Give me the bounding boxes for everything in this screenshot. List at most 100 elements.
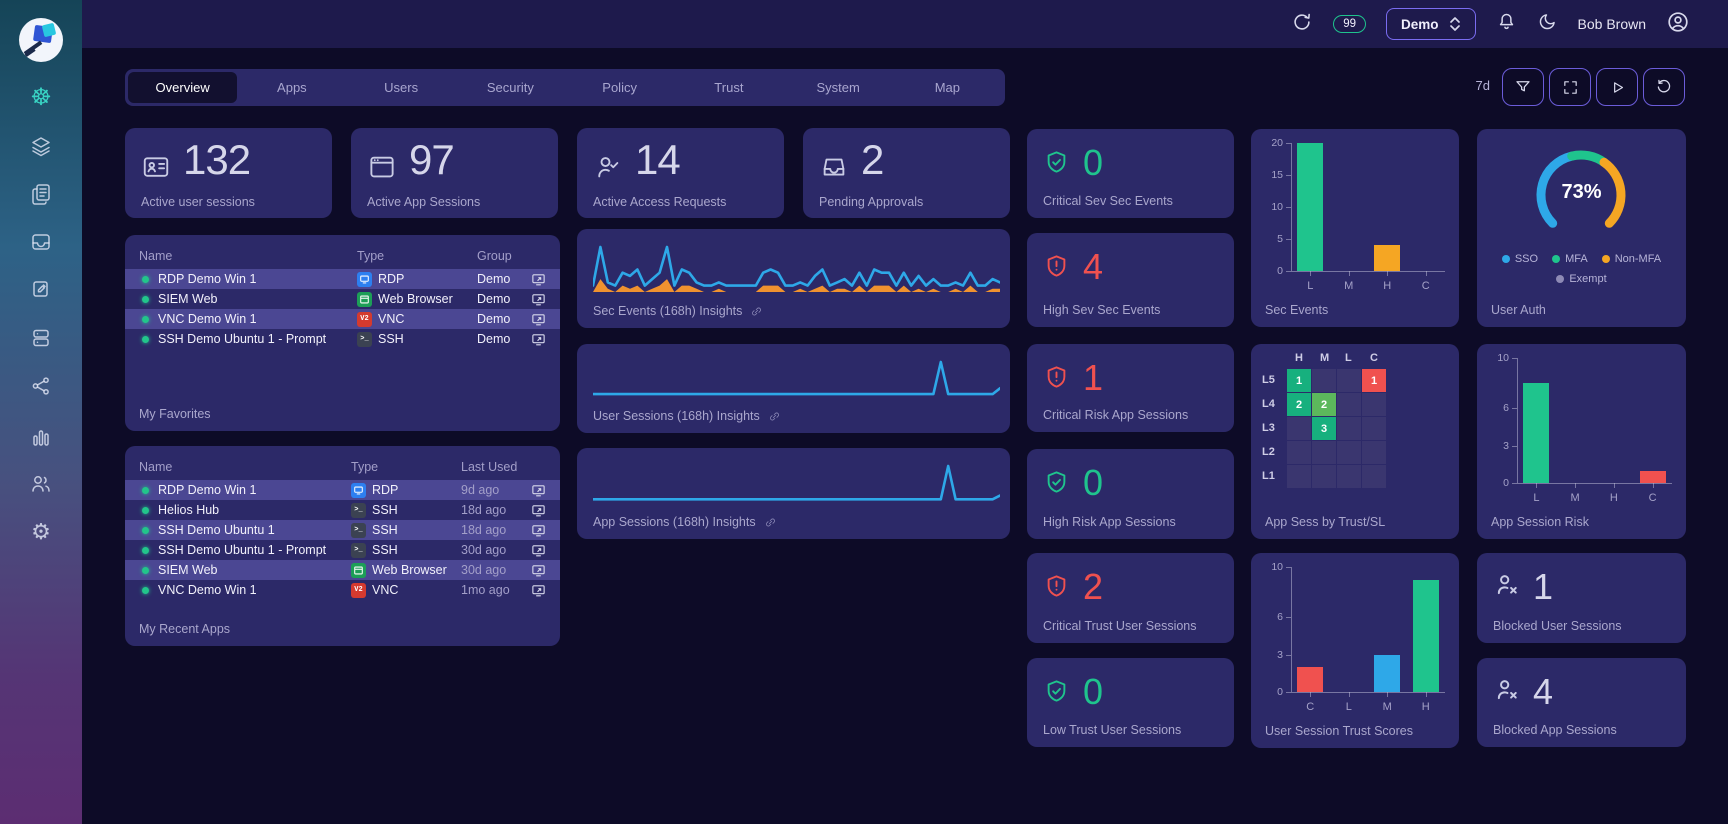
launch-app-icon[interactable] [523, 483, 546, 498]
app-type: RDP [357, 271, 477, 287]
launch-app-icon[interactable] [523, 543, 546, 558]
play-button[interactable] [1596, 68, 1638, 106]
app-sessions-insights-card: App Sessions (168h) Insights [577, 448, 1010, 539]
user-x-icon [1493, 571, 1521, 604]
user-sessions-sparkline [591, 356, 1002, 399]
table-row[interactable]: SSH Demo Ubuntu 1 - Prompt >_ SSH Demo [125, 329, 560, 349]
bar-H [1412, 579, 1439, 692]
app-name: SIEM Web [139, 563, 351, 577]
notification-count-badge[interactable]: 99 [1333, 15, 1366, 33]
bar-C [1639, 470, 1666, 483]
app-type-icon: >_ [351, 502, 366, 518]
app-name: SSH Demo Ubuntu 1 [139, 523, 351, 537]
tab-security[interactable]: Security [456, 72, 565, 103]
share-network-icon[interactable] [0, 374, 82, 398]
tab-users[interactable]: Users [347, 72, 456, 103]
table-row[interactable]: VNC Demo Win 1 V2 VNC Demo [125, 309, 560, 329]
tab-overview[interactable]: Overview [128, 72, 238, 103]
layers-icon[interactable] [0, 134, 82, 158]
tab-apps[interactable]: Apps [237, 72, 346, 103]
inbox-icon[interactable] [0, 230, 82, 254]
table-header: Name Type Group [139, 249, 512, 263]
launch-app-icon[interactable] [523, 292, 546, 307]
blocked-count: 4 [1533, 671, 1553, 712]
heatmap-cell-L2-L [1337, 441, 1361, 464]
tab-system[interactable]: System [784, 72, 893, 103]
tab-map[interactable]: Map [893, 72, 1002, 103]
heatmap-cell-L4-H: 2 [1287, 393, 1311, 416]
app-type-icon [351, 482, 366, 498]
helm-dashboard-icon[interactable]: ☸ [0, 86, 82, 110]
sec-events-insights-card: Sec Events (168h) Insights [577, 229, 1010, 328]
users-icon[interactable] [0, 472, 82, 496]
bar-M [1374, 654, 1401, 692]
heatmap-cell-L2-H [1287, 441, 1311, 464]
stat-label: Active App Sessions [367, 195, 481, 209]
tab-trust[interactable]: Trust [674, 72, 783, 103]
user-name[interactable]: Bob Brown [1578, 16, 1646, 32]
legend-item: SSO [1501, 253, 1538, 265]
sec-events-sparkline [591, 241, 1002, 294]
table-row[interactable]: VNC Demo Win 1 V2 VNC 1mo ago [125, 580, 560, 600]
heatmap-cell-L5-M [1312, 369, 1336, 392]
launch-app-icon[interactable] [523, 312, 546, 327]
kpi-low-trust-user-sessions: 0 Low Trust User Sessions [1027, 658, 1234, 747]
documents-icon[interactable] [0, 182, 82, 206]
table-row[interactable]: SIEM Web Web Browser Demo [125, 289, 560, 309]
app-last_used: 30d ago [461, 543, 507, 557]
settings-gear-icon[interactable]: ⚙ [0, 521, 82, 543]
time-range-label[interactable]: 7d [1452, 78, 1490, 93]
filter-button[interactable] [1502, 68, 1544, 106]
app-type: V2 VNC [357, 311, 477, 327]
bell-icon[interactable] [1496, 11, 1517, 37]
stat-label: Pending Approvals [819, 195, 924, 209]
user-auth-chart-card: 73% SSO MFA Non-MFA Exempt User Auth [1477, 129, 1686, 327]
table-row[interactable]: SSH Demo Ubuntu 1 >_ SSH 18d ago [125, 520, 560, 540]
fullscreen-button[interactable] [1549, 68, 1591, 106]
launch-app-icon[interactable] [523, 523, 546, 538]
id-card-icon [141, 152, 171, 187]
blocked-label: Blocked App Sessions [1493, 723, 1617, 737]
status-dot [142, 295, 149, 303]
access-request-icon[interactable] [0, 277, 82, 301]
launch-app-icon[interactable] [523, 272, 546, 287]
tab-policy[interactable]: Policy [565, 72, 674, 103]
stat-active-user-sessions: 132 Active user sessions [125, 128, 332, 218]
dark-mode-moon-icon[interactable] [1537, 11, 1558, 37]
stat-value: 132 [183, 136, 251, 183]
avatar[interactable] [1666, 10, 1690, 39]
launch-app-icon[interactable] [523, 332, 546, 347]
app-type-icon: >_ [351, 522, 366, 538]
table-row[interactable]: Helios Hub >_ SSH 18d ago [125, 500, 560, 520]
link-icon[interactable] [750, 305, 763, 318]
donut-percent: 73% [1561, 181, 1602, 203]
app-type: Web Browser [357, 291, 477, 307]
shield-alert-icon [1043, 364, 1071, 392]
heatmap-cell-L5-H: 1 [1287, 369, 1311, 392]
user-trust-scores-chart: 0 3 6 10 C L M H [1251, 553, 1459, 718]
card-title: Sec Events [1265, 303, 1329, 317]
table-row[interactable]: RDP Demo Win 1 RDP Demo [125, 269, 560, 289]
launch-app-icon[interactable] [523, 563, 546, 578]
link-icon[interactable] [764, 516, 777, 529]
heatmap-cell-L3-M: 3 [1312, 417, 1336, 440]
sync-icon[interactable] [1291, 11, 1313, 38]
table-row[interactable]: SIEM Web Web Browser 30d ago [125, 560, 560, 580]
app-type: RDP [351, 482, 461, 498]
reset-button[interactable] [1643, 68, 1685, 106]
kpi-value: 4 [1083, 246, 1103, 287]
table-row[interactable]: RDP Demo Win 1 RDP 9d ago [125, 480, 560, 500]
status-dot [142, 566, 149, 574]
link-icon[interactable] [768, 410, 781, 423]
launch-app-icon[interactable] [523, 503, 546, 518]
bar-chart-icon[interactable] [0, 426, 82, 450]
app-logo[interactable] [19, 18, 63, 62]
shield-check-icon [1043, 678, 1071, 706]
stat-label: Active user sessions [141, 195, 255, 209]
kpi-value: 2 [1083, 566, 1103, 607]
tenant-selector[interactable]: Demo [1386, 8, 1476, 40]
servers-icon[interactable] [0, 326, 82, 350]
launch-app-icon[interactable] [523, 583, 546, 598]
blocked-user-sessions-card: 1 Blocked User Sessions [1477, 553, 1686, 643]
table-row[interactable]: SSH Demo Ubuntu 1 - Prompt >_ SSH 30d ago [125, 540, 560, 560]
